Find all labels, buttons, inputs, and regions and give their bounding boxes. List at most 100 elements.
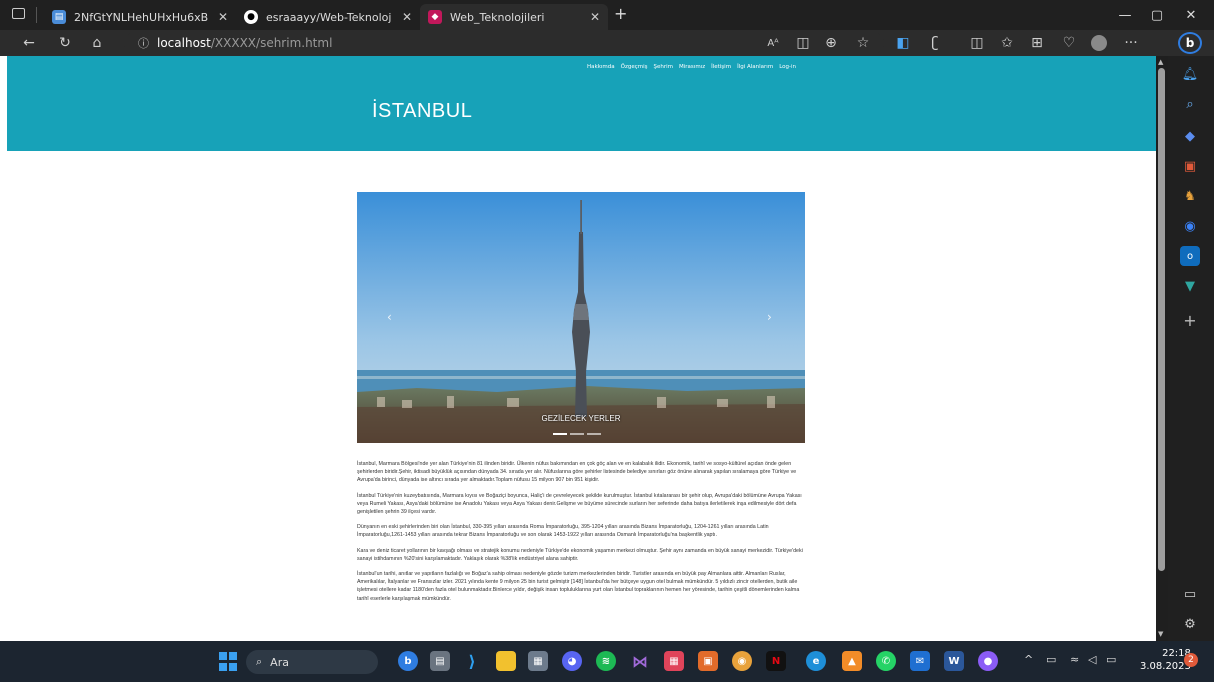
wifi-icon[interactable]: ≈	[1070, 653, 1079, 666]
app-icon[interactable]: ▦	[528, 651, 548, 671]
edge-icon[interactable]: e	[806, 651, 826, 671]
tab-3[interactable]: ◆ Web_Teknolojileri ✕	[420, 4, 608, 30]
start-icon[interactable]	[218, 651, 238, 671]
sidebar-layout-icon[interactable]: ▭	[1180, 584, 1200, 604]
back-icon[interactable]: ←	[18, 33, 40, 53]
health-icon[interactable]: ♡	[1058, 33, 1080, 53]
more-icon[interactable]: ···	[1120, 33, 1142, 53]
close-icon[interactable]: ✕	[218, 10, 228, 24]
paragraph: İstanbul'un tarihi, anıtlar ve yapıtları…	[357, 571, 800, 602]
favorite-icon[interactable]: ☆	[852, 33, 874, 53]
visual-studio-icon[interactable]: ⋈	[630, 651, 650, 671]
notification-badge[interactable]: 2	[1184, 653, 1198, 667]
tab-actions-icon[interactable]	[12, 8, 25, 19]
keyboard-icon[interactable]: ▭	[1046, 653, 1056, 666]
github-desktop-icon[interactable]: ●	[978, 651, 998, 671]
nav-link-cv[interactable]: Özgeçmiş	[621, 64, 648, 70]
carousel-indicator[interactable]	[570, 433, 584, 435]
task-view-icon[interactable]: ▤	[430, 651, 450, 671]
url-path: /XXXXX/sehrim.html	[210, 36, 333, 50]
refresh-icon[interactable]: ↻	[54, 33, 76, 53]
search-label: Ara	[270, 655, 289, 669]
discord-icon[interactable]: ◕	[562, 651, 582, 671]
top-navigation: Hakkımda Özgeçmiş Şehrim Mirasımız İleti…	[587, 64, 796, 70]
volume-icon[interactable]: ◁	[1088, 653, 1096, 666]
page-scrollbar[interactable]: ▲ ▼	[1156, 56, 1168, 641]
copilot-taskbar-icon[interactable]: b	[398, 651, 418, 671]
close-icon[interactable]: ✕	[402, 10, 412, 24]
home-icon[interactable]: ⌂	[86, 33, 108, 53]
chrome-icon[interactable]: ◉	[732, 651, 752, 671]
taskbar-search[interactable]: ⌕ Ara	[246, 650, 378, 674]
image-carousel[interactable]: ‹ › GEZİLECEK YERLER	[357, 192, 805, 443]
copilot-icon[interactable]: b	[1178, 32, 1202, 54]
mail-icon[interactable]: ✉	[910, 651, 930, 671]
extensions-icon[interactable]: ʗ	[924, 33, 946, 53]
paragraph: Kara ve deniz ticaret yollarının bir kav…	[357, 547, 803, 562]
favorites-icon[interactable]: ✩	[996, 33, 1018, 53]
add-icon[interactable]: +	[1180, 310, 1200, 330]
file-explorer-icon[interactable]	[496, 651, 516, 671]
scroll-up-icon[interactable]: ▲	[1158, 58, 1163, 66]
address-toolbar: ← ↻ ⌂ ⓘ localhost/XXXXX/sehrim.html Aᴬ ◫…	[0, 30, 1214, 56]
tab-1[interactable]: ▤ 2NfGtYNLHehUHxHu6xBAYdJNP ✕	[44, 4, 236, 30]
tools-icon[interactable]: ▣	[1180, 156, 1200, 176]
battery-icon[interactable]: ▭	[1106, 653, 1116, 666]
netflix-icon[interactable]: N	[766, 651, 786, 671]
photos-icon[interactable]: ▲	[842, 651, 862, 671]
search-icon: ⌕	[256, 655, 263, 668]
drop-icon[interactable]: ▼	[1180, 276, 1200, 296]
paragraph: Dünyanın en eski şehirlerinden biri olan…	[357, 524, 769, 539]
carousel-next-button[interactable]: ›	[767, 310, 772, 324]
carousel-indicator[interactable]	[553, 433, 567, 435]
nav-link-contact[interactable]: İletişim	[711, 64, 731, 70]
spotify-icon[interactable]: ≋	[596, 651, 616, 671]
shopping-icon[interactable]: ◆	[1180, 126, 1200, 146]
outlook-icon[interactable]: o	[1180, 246, 1200, 266]
media-icon[interactable]: ▣	[698, 651, 718, 671]
info-icon[interactable]: ⓘ	[138, 35, 149, 51]
edge-sidebar: 🔔︎ ⌕ ◆ ▣ ♞ ◉ o ▼ + ▭ ⚙	[1168, 56, 1214, 641]
notification-icon[interactable]: 🔔︎	[1180, 64, 1200, 84]
nav-link-heritage[interactable]: Mirasımız	[679, 64, 705, 70]
github-icon: ●	[244, 10, 258, 24]
page-viewport: Hakkımda Özgeçmiş Şehrim Mirasımız İleti…	[0, 56, 1156, 641]
immersive-reader-icon[interactable]: ◫	[792, 33, 814, 53]
carousel-indicators[interactable]	[553, 433, 601, 435]
article-text: İstanbul, Marmara Bölgesi'nde yer alan T…	[357, 460, 805, 610]
collections-icon[interactable]: ⊞	[1026, 33, 1048, 53]
office-icon[interactable]: ◉	[1180, 216, 1200, 236]
nav-link-interests[interactable]: İlgi Alanlarım	[737, 64, 773, 70]
show-hidden-icons[interactable]: ^	[1024, 653, 1033, 666]
split-screen-icon[interactable]: ◫	[966, 33, 988, 53]
carousel-prev-button[interactable]: ‹	[387, 310, 392, 324]
extension-icon[interactable]: ◧	[892, 33, 914, 53]
settings-icon[interactable]: ⚙	[1180, 614, 1200, 634]
new-tab-button[interactable]: +	[614, 4, 627, 23]
search-icon[interactable]: ⌕	[1180, 94, 1200, 114]
nav-link-city[interactable]: Şehrim	[654, 64, 674, 70]
close-icon[interactable]: ✕	[590, 10, 600, 24]
zoom-icon[interactable]: ⊕	[820, 33, 842, 53]
whatsapp-icon[interactable]: ✆	[876, 651, 896, 671]
games-icon[interactable]: ♞	[1180, 186, 1200, 206]
carousel-indicator[interactable]	[587, 433, 601, 435]
taskbar: ⌕ Ara b ▤ ⟩ ▦ ◕ ≋ ⋈ ▦ ▣ ◉ N e ▲ ✆ ✉ W ● …	[0, 641, 1214, 682]
hero-banner: Hakkımda Özgeçmiş Şehrim Mirasımız İleti…	[7, 56, 1156, 151]
scroll-thumb[interactable]	[1158, 68, 1165, 571]
nav-link-about[interactable]: Hakkımda	[587, 64, 615, 70]
site-icon: ◆	[428, 10, 442, 24]
paragraph: İstanbul, Marmara Bölgesi'nde yer alan T…	[357, 461, 797, 484]
tower-photo	[357, 192, 805, 443]
word-icon[interactable]: W	[944, 651, 964, 671]
url-host: localhost	[157, 36, 211, 50]
close-window-button[interactable]: ✕	[1168, 0, 1214, 30]
read-aloud-icon[interactable]: Aᴬ	[762, 33, 784, 53]
tab-title: 2NfGtYNLHehUHxHu6xBAYdJNP	[74, 10, 208, 24]
nav-link-login[interactable]: Log-in	[779, 64, 796, 70]
scroll-down-icon[interactable]: ▼	[1158, 630, 1163, 638]
vscode-icon[interactable]: ⟩	[462, 651, 482, 671]
calendar-icon[interactable]: ▦	[664, 651, 684, 671]
tab-2[interactable]: ● esraaayy/Web-Teknolojileri- ✕	[236, 4, 420, 30]
profile-avatar[interactable]	[1088, 33, 1110, 53]
